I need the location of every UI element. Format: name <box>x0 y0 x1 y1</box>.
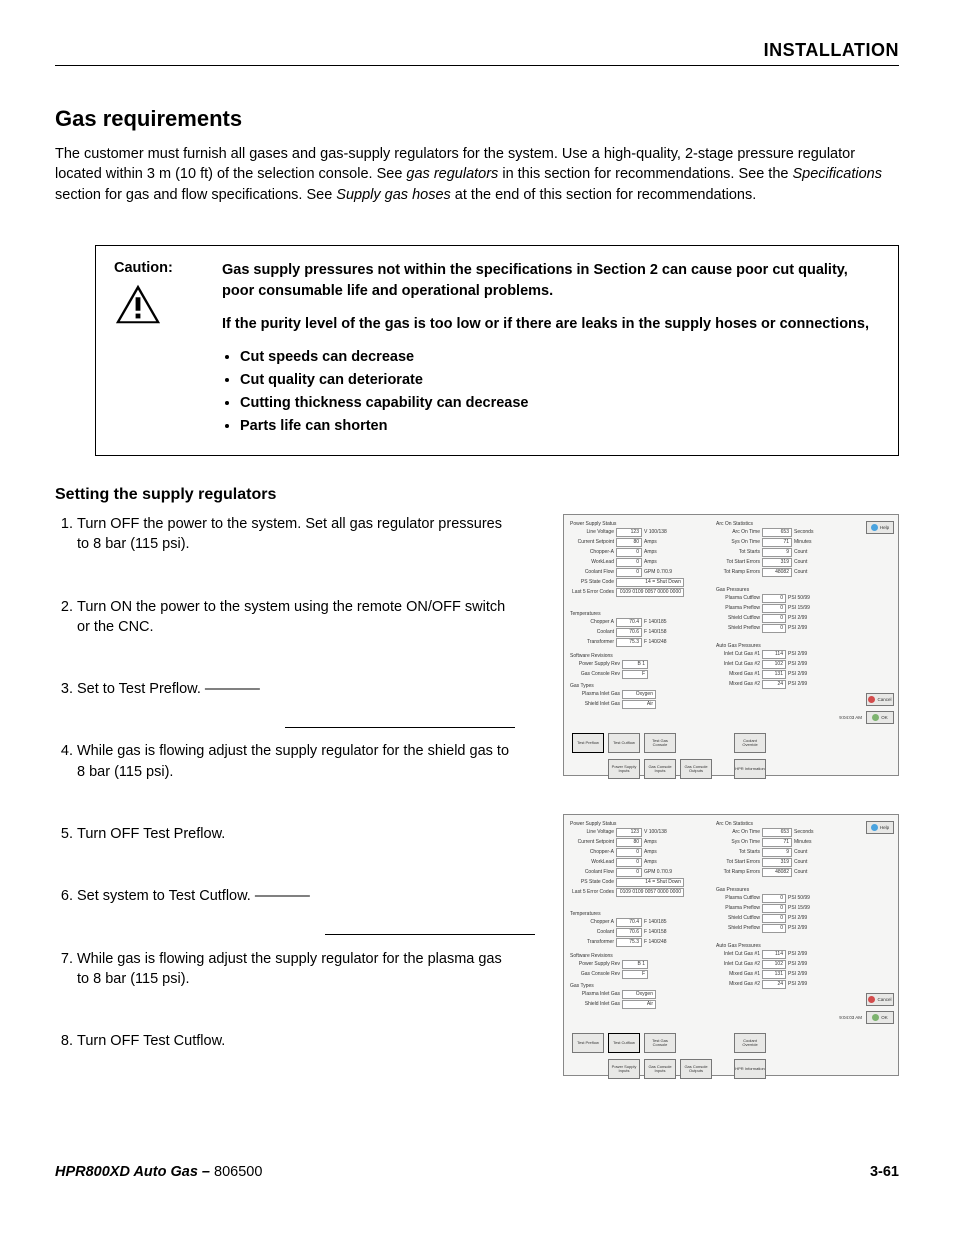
step-item: Set to Test Preflow. ———— <box>77 679 517 699</box>
intro-text: at the end of this section for recommend… <box>451 187 756 203</box>
panel-button[interactable]: Gas Console Inputs <box>644 1059 676 1079</box>
intro-italic: Supply gas hoses <box>336 187 450 203</box>
panel-button[interactable]: Power Supply Inputs <box>608 759 640 779</box>
intro-italic: gas regulators <box>406 166 498 182</box>
panel-button[interactable]: Test Preflow <box>572 733 604 753</box>
caution-bullet: Cut speeds can decrease <box>240 347 880 368</box>
panel-side-button[interactable]: Cancel <box>866 693 894 706</box>
section-title: Gas requirements <box>55 106 899 132</box>
panel-button[interactable]: Gas Console Outputs <box>680 1059 712 1079</box>
caution-list: Cut speeds can decrease Cut quality can … <box>222 347 880 437</box>
step-item: While gas is flowing adjust the supply r… <box>77 949 517 990</box>
caution-box: Caution: Gas supply pressures not within… <box>95 245 899 456</box>
caution-bullet: Cutting thickness capability can decreas… <box>240 393 880 414</box>
panel-side-button[interactable]: OK <box>866 1011 894 1024</box>
intro-text: section for gas and flow specifications.… <box>55 187 336 203</box>
step-item: Turn ON the power to the system using th… <box>77 597 517 638</box>
step-text: Set to Test Preflow. <box>77 681 201 697</box>
arrow-line <box>285 727 515 728</box>
footer-page: 3-61 <box>870 1164 899 1180</box>
header-title: INSTALLATION <box>764 40 899 60</box>
step-item: Turn OFF the power to the system. Set al… <box>77 514 517 555</box>
arrow-line <box>325 934 535 935</box>
footer-model: HPR800XD Auto Gas – <box>55 1164 214 1180</box>
step-item: While gas is flowing adjust the supply r… <box>77 741 517 782</box>
step-item: Turn OFF Test Cutflow. <box>77 1031 517 1051</box>
intro-italic: Specifications <box>793 166 882 182</box>
panel-button[interactable]: Coolant Override <box>734 733 766 753</box>
caution-bullet: Cut quality can deteriorate <box>240 370 880 391</box>
page-header: INSTALLATION <box>55 40 899 66</box>
panel-button[interactable]: Test Gas Console <box>644 733 676 753</box>
panel-button[interactable]: Gas Console Outputs <box>680 759 712 779</box>
warning-icon <box>114 282 162 326</box>
panel-side-button[interactable]: Help <box>866 521 894 534</box>
panel-side-button[interactable]: OK <box>866 711 894 724</box>
step-item: Turn OFF Test Preflow. <box>77 824 517 844</box>
step-item: Set system to Test Cutflow. ———— <box>77 886 517 906</box>
panel-button[interactable]: Gas Console Inputs <box>644 759 676 779</box>
panel-button[interactable]: Coolant Override <box>734 1033 766 1053</box>
step-text: Set system to Test Cutflow. <box>77 888 251 904</box>
diagnostic-screenshot-2: Power Supply StatusLine Voltage123V 100/… <box>563 814 899 1076</box>
subsection-title: Setting the supply regulators <box>55 486 899 504</box>
panel-button[interactable]: HPR Information <box>734 1059 766 1079</box>
panel-button[interactable]: Test Cutflow <box>608 1033 640 1053</box>
caution-p2: If the purity level of the gas is too lo… <box>222 314 880 335</box>
panel-button[interactable]: Test Cutflow <box>608 733 640 753</box>
caution-p1: Gas supply pressures not within the spec… <box>222 260 880 302</box>
caution-bullet: Parts life can shorten <box>240 416 880 437</box>
panel-side-button[interactable]: Cancel <box>866 993 894 1006</box>
panel-button[interactable]: Test Preflow <box>572 1033 604 1053</box>
intro-paragraph: The customer must furnish all gases and … <box>55 144 899 205</box>
page-footer: HPR800XD Auto Gas – 806500 3-61 <box>55 1164 899 1180</box>
panel-button[interactable]: HPR Information <box>734 759 766 779</box>
panel-button[interactable]: Power Supply Inputs <box>608 1059 640 1079</box>
panel-side-button[interactable]: Help <box>866 821 894 834</box>
steps-list: Turn OFF the power to the system. Set al… <box>55 514 517 1052</box>
diagnostic-screenshot-1: Power Supply StatusLine Voltage123V 100/… <box>563 514 899 776</box>
intro-text: in this section for recommendations. See… <box>498 166 792 182</box>
footer-doc: 806500 <box>214 1164 262 1180</box>
panel-button[interactable]: Test Gas Console <box>644 1033 676 1053</box>
caution-label: Caution: <box>114 260 204 276</box>
